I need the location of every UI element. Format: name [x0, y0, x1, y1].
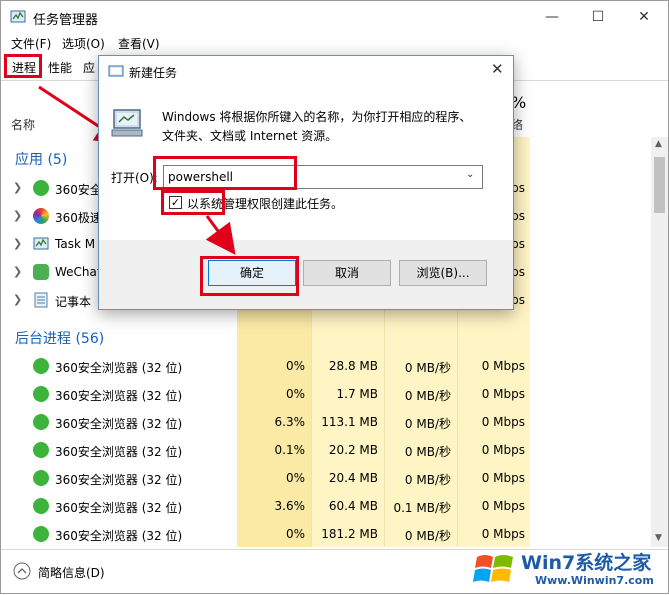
arrow-to-ok: [205, 215, 236, 255]
dialog-annotation-arrow: [205, 215, 236, 255]
new-task-dialog: 新建任务 ✕ Windows 将根据你所键入的名称，为你打开相应的程序、文件夹、…: [98, 55, 514, 310]
